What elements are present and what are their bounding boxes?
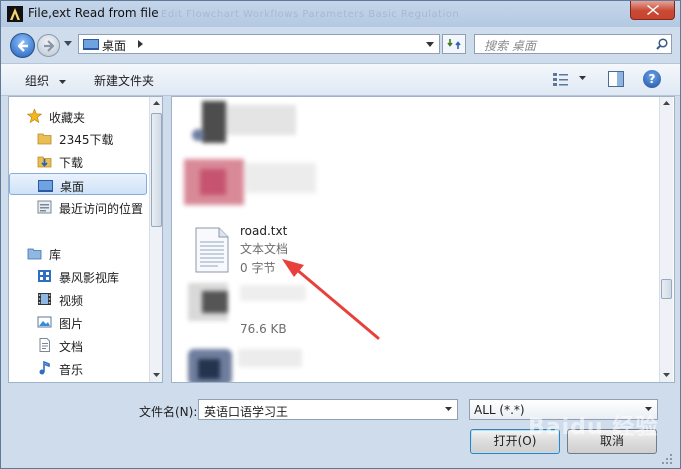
filter-value[interactable]: ALL (*.*) xyxy=(474,403,525,417)
picture-icon xyxy=(37,316,52,328)
sidebar-item-label: 最近访问的位置 xyxy=(59,202,144,216)
sidebar-item-2345-downloads[interactable]: 2345下载 xyxy=(9,127,149,149)
address-location[interactable]: 桌面 xyxy=(102,37,126,54)
scroll-down-icon[interactable] xyxy=(663,373,670,377)
forward-button[interactable] xyxy=(37,34,60,57)
refresh-icon xyxy=(447,39,461,49)
navigation-scrollbar[interactable] xyxy=(149,97,162,382)
chevron-right-icon[interactable] xyxy=(138,40,143,48)
back-arrow-icon xyxy=(17,40,28,52)
watermark: Baidu 经验 xyxy=(528,415,659,440)
file-list[interactable]: road.txt 文本文档 0 字节 76.6 KB xyxy=(171,96,675,383)
command-toolbar: 组织 新建文件夹 ? xyxy=(1,63,680,96)
star-icon xyxy=(27,109,42,123)
recent-locations-dropdown-icon[interactable] xyxy=(64,41,72,46)
sidebar-item-baofeng-library[interactable]: 暴风影视库 xyxy=(9,265,149,287)
filename-input[interactable]: 英语口语学习王 xyxy=(198,399,458,420)
search-placeholder[interactable]: 搜索 桌面 xyxy=(484,37,536,54)
organize-menu-button[interactable]: 组织 xyxy=(25,72,66,89)
view-options-dropdown-icon[interactable] xyxy=(579,76,586,80)
new-folder-button[interactable]: 新建文件夹 xyxy=(94,72,154,89)
forward-arrow-icon xyxy=(44,40,55,52)
desktop-icon xyxy=(38,180,53,192)
file-list-scrollbar[interactable] xyxy=(659,97,673,382)
sidebar-item-music[interactable]: 音乐 xyxy=(9,357,149,379)
address-dropdown-icon[interactable] xyxy=(426,42,434,47)
close-button[interactable] xyxy=(630,1,675,20)
filename-label: 文件名(N): xyxy=(139,405,198,419)
sidebar-item-label: 文档 xyxy=(59,340,84,354)
sidebar-item-pictures[interactable]: 图片 xyxy=(9,311,149,333)
sidebar-item-label: 下载 xyxy=(59,156,84,170)
back-button[interactable] xyxy=(10,33,35,58)
document-icon xyxy=(39,338,50,352)
navigation-pane: 收藏夹 2345下载 下载 桌面 最近访问的位置 库 暴风影视库 视频 图片 文… xyxy=(8,96,163,383)
address-bar[interactable]: 桌面 xyxy=(78,34,440,54)
scroll-thumb[interactable] xyxy=(151,113,162,227)
refresh-button[interactable] xyxy=(442,34,466,54)
filename-value[interactable]: 英语口语学习王 xyxy=(204,403,288,420)
close-icon xyxy=(647,5,659,15)
app-logo-icon xyxy=(7,6,23,22)
downloads-folder-icon xyxy=(37,156,52,168)
preview-pane-icon[interactable] xyxy=(608,71,624,87)
sidebar-item-label: 视频 xyxy=(59,294,84,308)
search-icon[interactable] xyxy=(656,38,668,50)
music-note-icon xyxy=(39,361,50,375)
scroll-up-icon[interactable] xyxy=(153,101,160,105)
folder-icon xyxy=(37,133,52,145)
recent-places-icon xyxy=(37,200,52,214)
sidebar-item-label: 音乐 xyxy=(59,363,84,377)
sidebar-item-label: 暴风影视库 xyxy=(59,271,120,285)
chevron-down-icon xyxy=(58,79,66,84)
sidebar-item-desktop[interactable]: 桌面 xyxy=(9,173,147,195)
help-button[interactable]: ? xyxy=(643,70,661,88)
sidebar-item-recent-places[interactable]: 最近访问的位置 xyxy=(9,196,149,218)
sidebar-item-label: 桌面 xyxy=(60,180,85,194)
library-icon xyxy=(27,248,42,260)
title-bar: File,ext Read from file Edit Flowchart W… xyxy=(1,1,680,27)
sidebar-item-label: 图片 xyxy=(59,317,84,331)
annotation-arrow xyxy=(282,259,380,340)
sidebar-item-documents[interactable]: 文档 xyxy=(9,334,149,356)
desktop-icon xyxy=(83,39,99,50)
sidebar-item-label: 2345下载 xyxy=(59,133,114,147)
resize-grip-icon[interactable] xyxy=(661,453,673,465)
video-icon xyxy=(38,293,51,305)
sidebar-item-downloads[interactable]: 下载 xyxy=(9,150,149,172)
sidebar-section-label: 库 xyxy=(49,248,62,262)
chevron-down-icon[interactable] xyxy=(445,407,452,411)
background-menu-text: Edit Flowchart Workflows Parameters Basi… xyxy=(161,9,460,20)
sidebar-section-label: 收藏夹 xyxy=(49,111,86,125)
window-title: File,ext Read from file xyxy=(28,6,159,20)
scroll-up-icon[interactable] xyxy=(663,101,670,105)
sidebar-section-libraries[interactable]: 库 xyxy=(9,242,149,264)
sidebar-section-favorites[interactable]: 收藏夹 xyxy=(9,105,149,127)
media-library-icon xyxy=(38,270,51,282)
scroll-thumb[interactable] xyxy=(661,279,672,299)
sidebar-item-videos[interactable]: 视频 xyxy=(9,288,149,310)
search-box[interactable]: 搜索 桌面 xyxy=(474,34,672,54)
open-file-dialog: File,ext Read from file Edit Flowchart W… xyxy=(0,0,681,469)
scroll-down-icon[interactable] xyxy=(153,373,160,377)
organize-label[interactable]: 组织 xyxy=(25,74,49,88)
change-view-icon[interactable] xyxy=(552,71,570,87)
